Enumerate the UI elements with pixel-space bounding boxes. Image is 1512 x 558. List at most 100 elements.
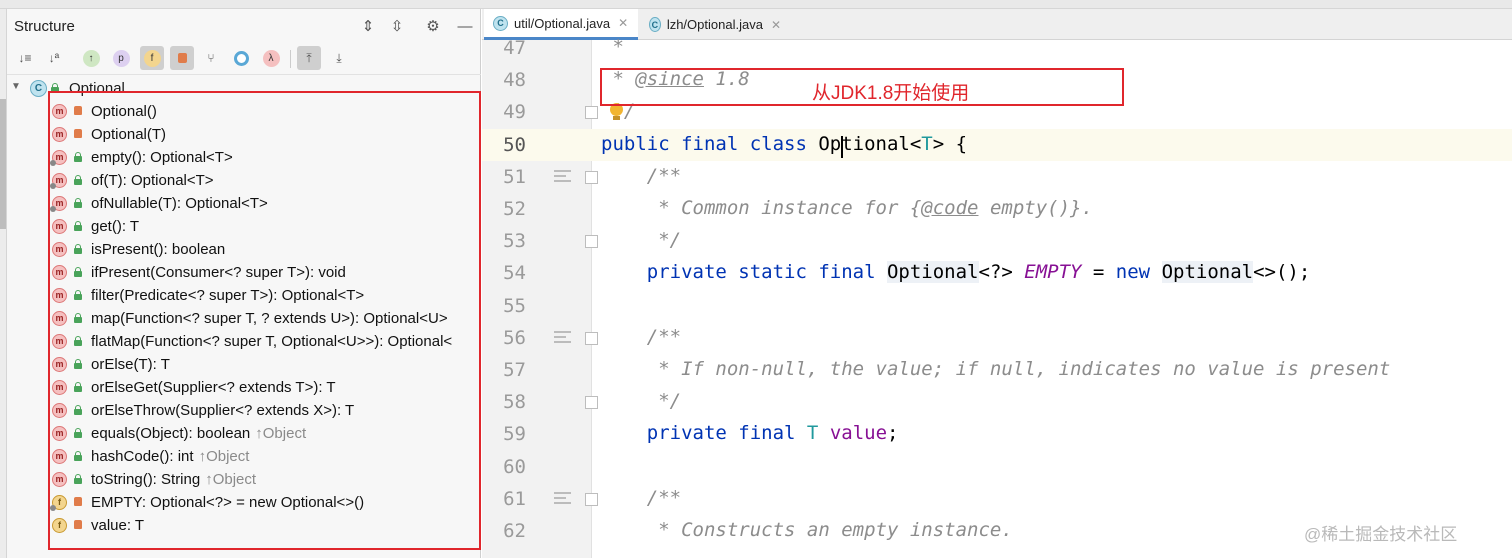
code-line[interactable]: 59 private final T value; <box>482 418 1512 450</box>
line-number: 47 <box>503 37 526 59</box>
render-doc-icon[interactable] <box>554 331 571 345</box>
code-token: @code <box>921 197 979 219</box>
code-line[interactable]: 55 <box>482 290 1512 322</box>
line-number: 57 <box>503 359 526 381</box>
expand-all-icon[interactable]: ⇕ <box>357 15 379 37</box>
code-token: private final <box>601 422 807 444</box>
code-line[interactable]: 56 /** <box>482 322 1512 354</box>
line-number: 56 <box>503 327 526 349</box>
autoscroll-from-source-icon[interactable]: ⤓ <box>327 46 351 70</box>
code-token: value <box>829 422 888 444</box>
code-line[interactable]: 60 <box>482 451 1512 483</box>
code-token: * Common instance for { <box>601 197 922 219</box>
code-token: */ <box>601 390 682 412</box>
code-text: /** <box>601 487 681 509</box>
code-text: /** <box>601 165 681 187</box>
fold-marker-icon[interactable] <box>585 235 598 248</box>
line-number: 48 <box>503 69 526 91</box>
structure-toolbar: ↓≡ ↓ª ↑ p f ⑂ λ ⤒ ⤓ <box>7 43 481 75</box>
structure-header: Structure ⇕ ⇳ ⚙ — <box>7 9 481 43</box>
expand-arrow-icon[interactable]: ▼ <box>11 81 21 92</box>
code-token: /** <box>601 326 682 348</box>
code-token: new <box>1115 261 1162 283</box>
fold-marker-icon[interactable] <box>585 332 598 345</box>
fold-marker-icon[interactable] <box>585 106 598 119</box>
code-token: * Constructs an empty instance. <box>601 519 1013 541</box>
show-properties-icon[interactable]: p <box>109 46 133 70</box>
line-number: 52 <box>503 198 526 220</box>
code-line[interactable]: 54 private static final Optional<?> EMPT… <box>482 257 1512 289</box>
sort-by-visibility-icon[interactable]: ↓≡ <box>13 46 37 70</box>
class-file-icon: C <box>493 15 508 31</box>
fold-marker-icon[interactable] <box>585 396 598 409</box>
code-token: ; <box>887 422 899 444</box>
code-token: * If non-null, the value; if null, indic… <box>601 358 1391 380</box>
code-token: /** <box>601 165 682 187</box>
code-text: * <box>601 36 623 58</box>
hide-panel-icon[interactable]: — <box>454 15 476 37</box>
code-line[interactable]: 58 */ <box>482 386 1512 418</box>
code-token: Optional <box>1161 261 1254 283</box>
code-token: T <box>806 422 819 444</box>
tool-strip-marker <box>0 99 6 229</box>
show-anonymous-icon[interactable]: ⑂ <box>199 46 223 70</box>
left-tool-strip[interactable] <box>0 9 7 558</box>
code-text: * If non-null, the value; if null, indic… <box>601 358 1390 380</box>
code-token: public final class <box>601 133 819 155</box>
render-doc-icon[interactable] <box>554 170 571 184</box>
class-icon: C <box>30 80 47 97</box>
close-icon[interactable]: ✕ <box>618 16 628 30</box>
fold-marker-icon[interactable] <box>585 493 598 506</box>
line-number: 54 <box>503 262 526 284</box>
code-token: <>(); <box>1253 261 1311 283</box>
render-doc-icon[interactable] <box>554 492 571 506</box>
line-number: 58 <box>503 391 526 413</box>
line-number: 51 <box>503 166 526 188</box>
structure-title: Structure <box>14 18 75 35</box>
code-token: private static final <box>601 261 887 283</box>
show-interfaces-icon[interactable] <box>229 46 253 70</box>
code-line[interactable]: 47 * <box>482 32 1512 64</box>
code-token: empty()}. <box>978 197 1093 219</box>
structure-panel: Structure ⇕ ⇳ ⚙ — ↓≡ ↓ª ↑ p f ⑂ λ ⤒ ⤓ ▼ … <box>7 9 481 558</box>
code-text: * Common instance for {@code empty()}. <box>601 197 1093 219</box>
collapse-all-icon[interactable]: ⇳ <box>386 15 408 37</box>
code-token: Optional< <box>818 133 922 155</box>
code-line[interactable]: 61 /** <box>482 483 1512 515</box>
show-fields-icon[interactable]: f <box>140 46 164 70</box>
code-text: */ <box>601 390 681 412</box>
line-number: 62 <box>503 520 526 542</box>
code-line[interactable]: 52 * Common instance for {@code empty()}… <box>482 193 1512 225</box>
code-line[interactable]: 51 /** <box>482 161 1512 193</box>
show-non-public-icon[interactable] <box>170 46 194 70</box>
code-token: EMPTY <box>1024 261 1082 283</box>
toolbar-separator <box>290 50 291 68</box>
annotation-highlight-box <box>48 91 481 550</box>
code-token: */ <box>601 229 682 251</box>
autoscroll-to-source-icon[interactable]: ⤒ <box>297 46 321 70</box>
tab-label: lzh/Optional.java <box>666 17 763 32</box>
show-lambdas-icon[interactable]: λ <box>259 46 283 70</box>
sort-alphabetically-icon[interactable]: ↓ª <box>42 46 66 70</box>
line-number: 53 <box>503 230 526 252</box>
code-text: */ <box>601 229 681 251</box>
line-number: 50 <box>503 134 526 156</box>
code-token: Optional <box>886 261 979 283</box>
close-icon[interactable]: ✕ <box>771 18 781 32</box>
window-top-strip <box>0 0 1512 9</box>
code-token: > { <box>932 133 968 155</box>
watermark: @稀土掘金技术社区 <box>1304 525 1458 544</box>
code-line[interactable]: 53 */ <box>482 225 1512 257</box>
line-number: 61 <box>503 488 526 510</box>
code-line[interactable]: 57 * If non-null, the value; if null, in… <box>482 354 1512 386</box>
code-line[interactable]: 50 public final class Optional<T> { <box>482 129 1512 161</box>
gear-icon[interactable]: ⚙ <box>422 15 444 37</box>
fold-marker-icon[interactable] <box>585 171 598 184</box>
line-number: 49 <box>503 101 526 123</box>
code-text: * Constructs an empty instance. <box>601 519 1013 541</box>
show-inherited-icon[interactable]: ↑ <box>79 46 103 70</box>
annotation-note: 从JDK1.8开始使用 <box>812 83 970 104</box>
code-token: = <box>1081 261 1116 283</box>
text-caret <box>841 136 843 158</box>
